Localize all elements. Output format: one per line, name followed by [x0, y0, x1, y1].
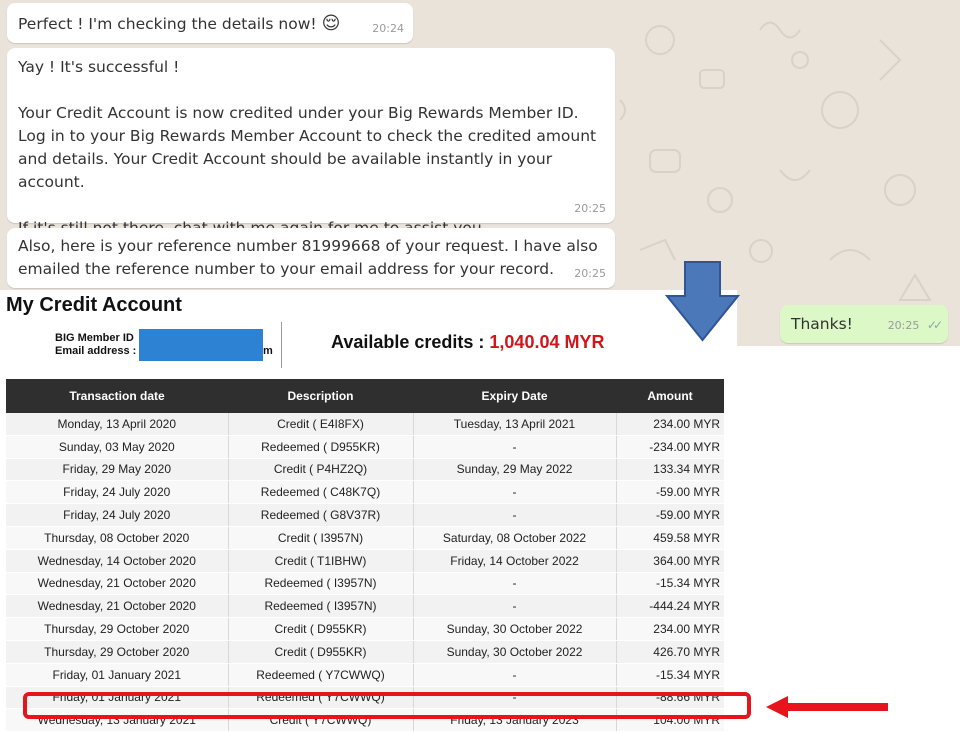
expiry-date-cell: Saturday, 08 October 2022 [413, 526, 617, 550]
message-time: 20:25 [574, 267, 606, 280]
table-header-row: Transaction date Description Expiry Date… [6, 379, 724, 413]
description-cell: Credit ( E4I8FX) [228, 413, 414, 436]
message-text: Yay ! It's successful ! [18, 58, 180, 76]
description-cell: Redeemed ( I3957N) [228, 594, 414, 619]
transaction-date-cell: Thursday, 29 October 2020 [6, 640, 229, 664]
member-id-label: BIG Member ID [55, 332, 134, 344]
description-cell: Redeemed ( G8V37R) [228, 503, 414, 527]
expiry-date-cell: - [413, 503, 617, 527]
table-row: Thursday, 29 October 2020 Credit ( D955KR… [6, 617, 724, 641]
message-time: 20:25 [887, 319, 920, 332]
message-time-with-status: 20:25 ✓✓ [887, 314, 943, 337]
expiry-date-cell: - [413, 663, 617, 687]
description-cell: Credit ( T1IBHW) [228, 549, 414, 573]
transaction-date-cell: Friday, 01 January 2021 [6, 663, 229, 687]
table-row: Wednesday, 14 October 2020 Credit ( T1IBH… [6, 549, 724, 573]
transaction-date-cell: Thursday, 29 October 2020 [6, 617, 229, 641]
table-row: Friday, 01 January 2021 Redeemed ( Y7CWWQ… [6, 663, 724, 687]
table-row: Thursday, 08 October 2020 Credit ( I3957N… [6, 526, 724, 550]
page-title: My Credit Account [6, 294, 182, 316]
amount-cell: -234.00 MYR [616, 435, 724, 459]
message-text: Your Credit Account is now credited unde… [18, 104, 597, 191]
expiry-date-cell: - [413, 572, 617, 596]
double-check-icon: ✓✓ [926, 318, 943, 332]
description-cell: Credit ( I3957N) [228, 526, 414, 550]
transaction-date-cell: Friday, 29 May 2020 [6, 458, 229, 482]
description-cell: Redeemed ( C48K7Q) [228, 480, 414, 505]
table-row: Monday, 13 April 2020 Credit ( E4I8FX) Tue… [6, 413, 724, 436]
available-credits-value: 1,040.04 MYR [489, 332, 605, 352]
amount-cell: -15.34 MYR [616, 572, 724, 596]
redaction-box [139, 329, 263, 361]
expiry-date-cell: Friday, 14 October 2022 [413, 549, 617, 573]
message-time: 20:25 [574, 202, 606, 215]
transaction-date-cell: Wednesday, 14 October 2020 [6, 549, 229, 573]
transaction-date-cell: Friday, 24 July 2020 [6, 503, 229, 527]
amount-cell: 426.70 MYR [616, 640, 724, 664]
description-cell: Redeemed ( I3957N) [228, 572, 414, 596]
expiry-date-cell: Sunday, 29 May 2022 [413, 458, 617, 482]
table-row: Friday, 24 July 2020 Redeemed ( C48K7Q) - -… [6, 480, 724, 505]
amount-cell: -59.00 MYR [616, 503, 724, 527]
table-row: Friday, 29 May 2020 Credit ( P4HZ2Q) Sunda… [6, 458, 724, 482]
amount-cell: 364.00 MYR [616, 549, 724, 573]
expiry-date-cell: Tuesday, 13 April 2021 [413, 413, 617, 436]
amount-cell: -444.24 MYR [616, 594, 724, 619]
column-header: Expiry Date [413, 379, 616, 413]
description-cell: Credit ( D955KR) [228, 617, 414, 641]
transaction-date-cell: Thursday, 08 October 2020 [6, 526, 229, 550]
transaction-date-cell: Monday, 13 April 2020 [6, 413, 229, 436]
down-arrow-icon [665, 261, 740, 342]
transaction-date-cell: Friday, 24 July 2020 [6, 480, 229, 505]
expiry-date-cell: - [413, 480, 617, 505]
table-row: Sunday, 03 May 2020 Redeemed ( D955KR) - -2… [6, 435, 724, 459]
description-cell: Redeemed ( Y7CWWQ) [228, 663, 414, 687]
outgoing-message-bubble: Thanks! 20:25 ✓✓ [780, 305, 948, 343]
table-row: Friday, 24 July 2020 Redeemed ( G8V37R) - -… [6, 503, 724, 527]
amount-cell: 234.00 MYR [616, 617, 724, 641]
table-row: Wednesday, 21 October 2020 Redeemed ( I39… [6, 594, 724, 619]
left-arrow-icon [766, 696, 888, 718]
table-row: Thursday, 29 October 2020 Credit ( D955KR… [6, 640, 724, 664]
message-text: Also, here is your reference number 8199… [18, 237, 598, 278]
message-bubble-1: Perfect ! I'm checking the details now! … [7, 3, 413, 43]
member-info: BIG Member ID Email address : [55, 332, 136, 358]
amount-cell: 133.34 MYR [616, 458, 724, 482]
amount-cell: 234.00 MYR [616, 413, 724, 436]
relieved-face-emoji: 😌 [321, 13, 341, 34]
amount-cell: 459.58 MYR [616, 526, 724, 550]
available-credits: Available credits : 1,040.04 MYR [331, 332, 604, 353]
message-text: Perfect ! I'm checking the details now! [18, 15, 317, 33]
description-cell: Redeemed ( D955KR) [228, 435, 414, 459]
message-bubble-2: Yay ! It's successful ! Your Credit Acco… [7, 48, 615, 237]
email-label: Email address : [55, 345, 137, 357]
transaction-date-cell: Sunday, 03 May 2020 [6, 435, 229, 459]
transaction-date-cell: Wednesday, 21 October 2020 [6, 594, 229, 619]
divider [281, 322, 282, 368]
column-header: Transaction date [6, 379, 228, 413]
expiry-date-cell: Sunday, 30 October 2022 [413, 617, 617, 641]
message-bubble-3: Also, here is your reference number 8199… [7, 228, 615, 288]
amount-cell: -15.34 MYR [616, 663, 724, 687]
expiry-date-cell: Sunday, 30 October 2022 [413, 640, 617, 664]
description-cell: Credit ( D955KR) [228, 640, 414, 664]
table-row: Wednesday, 21 October 2020 Redeemed ( I39… [6, 572, 724, 596]
highlight-box [23, 692, 751, 719]
available-credits-label: Available credits : [331, 332, 490, 352]
description-cell: Credit ( P4HZ2Q) [228, 458, 414, 482]
expiry-date-cell: - [413, 594, 617, 619]
expiry-date-cell: - [413, 435, 617, 459]
column-header: Description [228, 379, 413, 413]
transactions-table: Transaction date Description Expiry Date… [6, 379, 724, 732]
transaction-date-cell: Wednesday, 21 October 2020 [6, 572, 229, 596]
message-time: 20:24 [372, 22, 404, 35]
amount-cell: -59.00 MYR [616, 480, 724, 505]
email-tail: m [263, 345, 273, 357]
column-header: Amount [616, 379, 724, 413]
message-text: Thanks! [791, 315, 853, 333]
